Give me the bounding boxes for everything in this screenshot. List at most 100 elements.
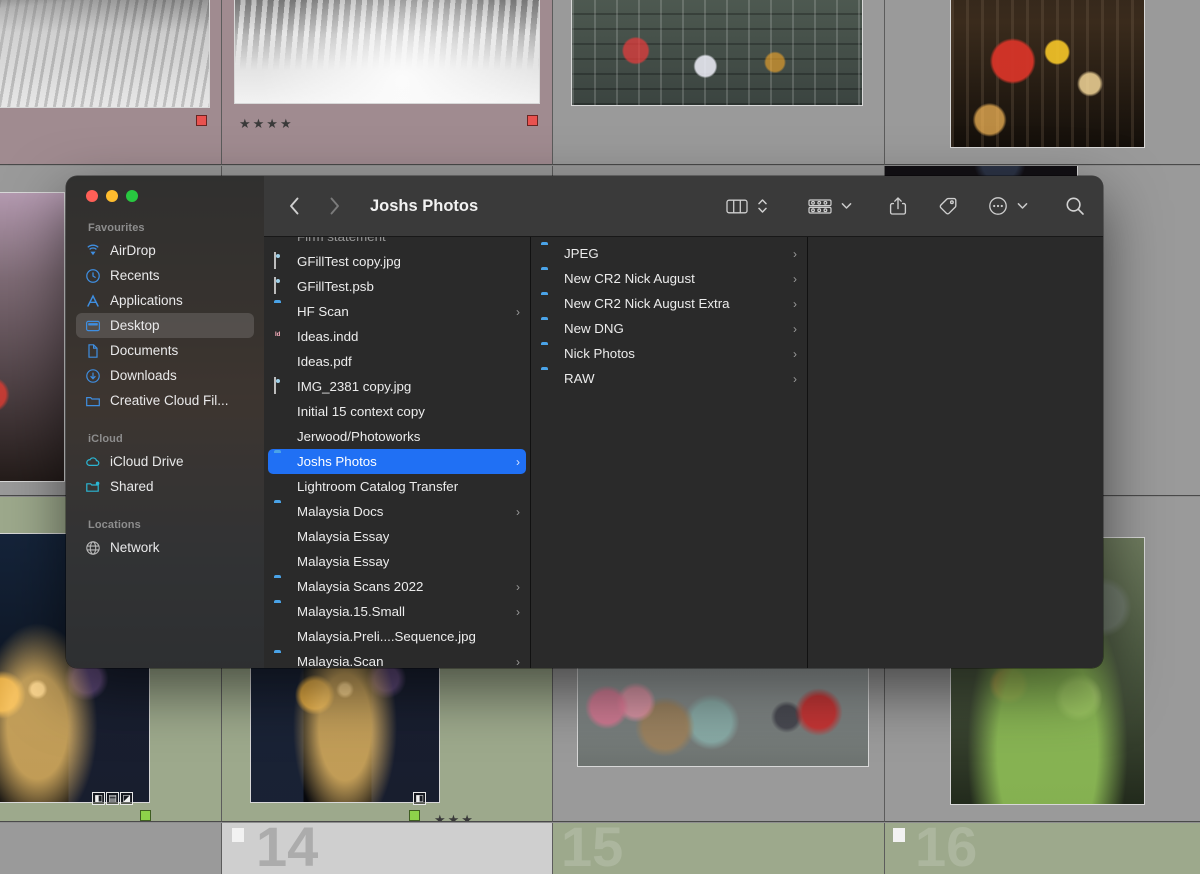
sidebar-item-shared[interactable]: Shared (76, 474, 254, 499)
clock-icon (84, 267, 101, 284)
tag-button[interactable] (930, 192, 965, 220)
disclosure-chevron-icon[interactable]: › (787, 272, 797, 286)
sidebar-item-label: Recents (110, 268, 160, 283)
sidebar-item-label: Shared (110, 479, 154, 494)
file-column-2[interactable]: JPEG›New CR2 Nick August›New CR2 Nick Au… (531, 237, 808, 668)
photo-thumbnail[interactable] (0, 0, 210, 108)
grid-cell[interactable]: 15 (553, 823, 885, 874)
zoom-button[interactable] (126, 190, 138, 202)
photo-thumbnail[interactable] (577, 667, 869, 767)
sidebar-item-icloud-drive[interactable]: iCloud Drive (76, 449, 254, 474)
disclosure-chevron-icon[interactable]: › (510, 305, 520, 319)
file-row-label: GFillTest copy.jpg (297, 254, 401, 269)
pick-flag-icon (893, 828, 905, 842)
forward-button[interactable] (324, 195, 344, 217)
document-icon (274, 403, 290, 420)
grid-cell[interactable]: 16 (885, 823, 1200, 874)
file-row[interactable]: JPEG› (535, 241, 803, 266)
file-row[interactable]: Malaysia.15.Small› (268, 599, 526, 624)
file-row-label: New CR2 Nick August Extra (564, 296, 730, 311)
sidebar-item-documents[interactable]: Documents (76, 338, 254, 363)
more-button[interactable] (981, 192, 1015, 220)
sidebar-item-airdrop[interactable]: AirDrop (76, 238, 254, 263)
document-icon (274, 478, 290, 495)
develop-icon: ◪ (120, 792, 133, 805)
file-row[interactable]: IMG_2381 copy.jpg (268, 374, 526, 399)
file-row[interactable]: Malaysia.Preli....Sequence.jpg (268, 624, 526, 649)
share-button[interactable] (882, 192, 914, 220)
minimize-button[interactable] (106, 190, 118, 202)
sidebar-item-desktop[interactable]: Desktop (76, 313, 254, 338)
file-row[interactable]: Ideas.pdf (268, 349, 526, 374)
grid-cell[interactable] (885, 0, 1200, 165)
disclosure-chevron-icon[interactable]: › (787, 297, 797, 311)
group-by-chevron-down-icon[interactable] (840, 192, 856, 220)
view-stepper[interactable] (755, 192, 775, 220)
file-row[interactable]: Joshs Photos› (268, 449, 526, 474)
grid-cell[interactable] (553, 0, 885, 165)
sidebar-item-applications[interactable]: Applications (76, 288, 254, 313)
document-icon (274, 553, 290, 570)
search-button[interactable] (1058, 192, 1085, 220)
file-column-1[interactable]: Firm statement GFillTest copy.jpg GFillTes… (264, 237, 531, 668)
folder-icon (84, 392, 101, 409)
file-row[interactable]: GFillTest copy.jpg (268, 249, 526, 274)
file-column-3[interactable] (808, 237, 1103, 668)
file-row[interactable]: New CR2 Nick August› (535, 266, 803, 291)
column-view-button[interactable] (719, 192, 755, 220)
disclosure-chevron-icon[interactable]: › (787, 247, 797, 261)
pick-flag-icon (232, 828, 244, 842)
photo-thumbnail[interactable] (571, 0, 863, 106)
grid-cell[interactable]: 14 (222, 823, 553, 874)
file-row[interactable]: Initial 15 context copy (268, 399, 526, 424)
file-row[interactable]: New CR2 Nick August Extra › (535, 291, 803, 316)
sidebar-item-label: AirDrop (110, 243, 156, 258)
photo-thumbnail[interactable] (234, 0, 540, 104)
window-controls[interactable] (66, 176, 264, 202)
file-row[interactable]: Nick Photos› (535, 341, 803, 366)
close-button[interactable] (86, 190, 98, 202)
disclosure-chevron-icon[interactable]: › (510, 580, 520, 594)
photo-thumbnail[interactable] (0, 192, 65, 482)
file-row[interactable]: GFillTest.psb (268, 274, 526, 299)
file-row[interactable]: New DNG› (535, 316, 803, 341)
sidebar-item-creative-cloud-files[interactable]: Creative Cloud Fil... (76, 388, 254, 413)
sidebar-item-network[interactable]: Network (76, 535, 254, 560)
file-row[interactable]: HF Scan› (268, 299, 526, 324)
document-icon (274, 237, 290, 245)
file-row[interactable]: RAW› (535, 366, 803, 391)
sidebar-item-recents[interactable]: Recents (76, 263, 254, 288)
finder-window[interactable]: Favourites AirDrop (66, 176, 1103, 668)
disclosure-chevron-icon[interactable]: › (510, 655, 520, 669)
sidebar-item-downloads[interactable]: Downloads (76, 363, 254, 388)
file-row[interactable]: Malaysia Essay (268, 549, 526, 574)
group-by-button[interactable] (801, 192, 839, 220)
file-row[interactable]: Firm statement (268, 237, 526, 249)
photo-thumbnail[interactable] (950, 0, 1145, 148)
grid-cell[interactable]: ★★★★ (222, 0, 553, 165)
file-row-label: Jerwood/Photoworks (297, 429, 420, 444)
disclosure-chevron-icon[interactable]: › (510, 455, 520, 469)
grid-cell[interactable] (0, 0, 222, 165)
disclosure-chevron-icon[interactable]: › (510, 605, 520, 619)
file-row[interactable]: Malaysia.Scan› (268, 649, 526, 668)
file-row[interactable]: Lightroom Catalog Transfer (268, 474, 526, 499)
disclosure-chevron-icon[interactable]: › (510, 505, 520, 519)
file-row[interactable]: Jerwood/Photoworks (268, 424, 526, 449)
file-row[interactable]: Malaysia Docs› (268, 499, 526, 524)
color-label-badge (196, 115, 207, 126)
color-label-badge (140, 810, 151, 821)
file-row[interactable]: Malaysia Scans 2022› (268, 574, 526, 599)
grid-cell[interactable] (0, 823, 222, 874)
folder-icon (541, 320, 557, 337)
back-button[interactable] (284, 195, 304, 217)
disclosure-chevron-icon[interactable]: › (787, 372, 797, 386)
navigation-buttons[interactable] (284, 195, 344, 217)
disclosure-chevron-icon[interactable]: › (787, 347, 797, 361)
applications-icon (84, 292, 101, 309)
more-chevron-down-icon[interactable] (1016, 192, 1032, 220)
file-row[interactable]: Malaysia Essay (268, 524, 526, 549)
disclosure-chevron-icon[interactable]: › (787, 322, 797, 336)
file-row[interactable]: IdIdeas.indd (268, 324, 526, 349)
file-row-label: Initial 15 context copy (297, 404, 425, 419)
